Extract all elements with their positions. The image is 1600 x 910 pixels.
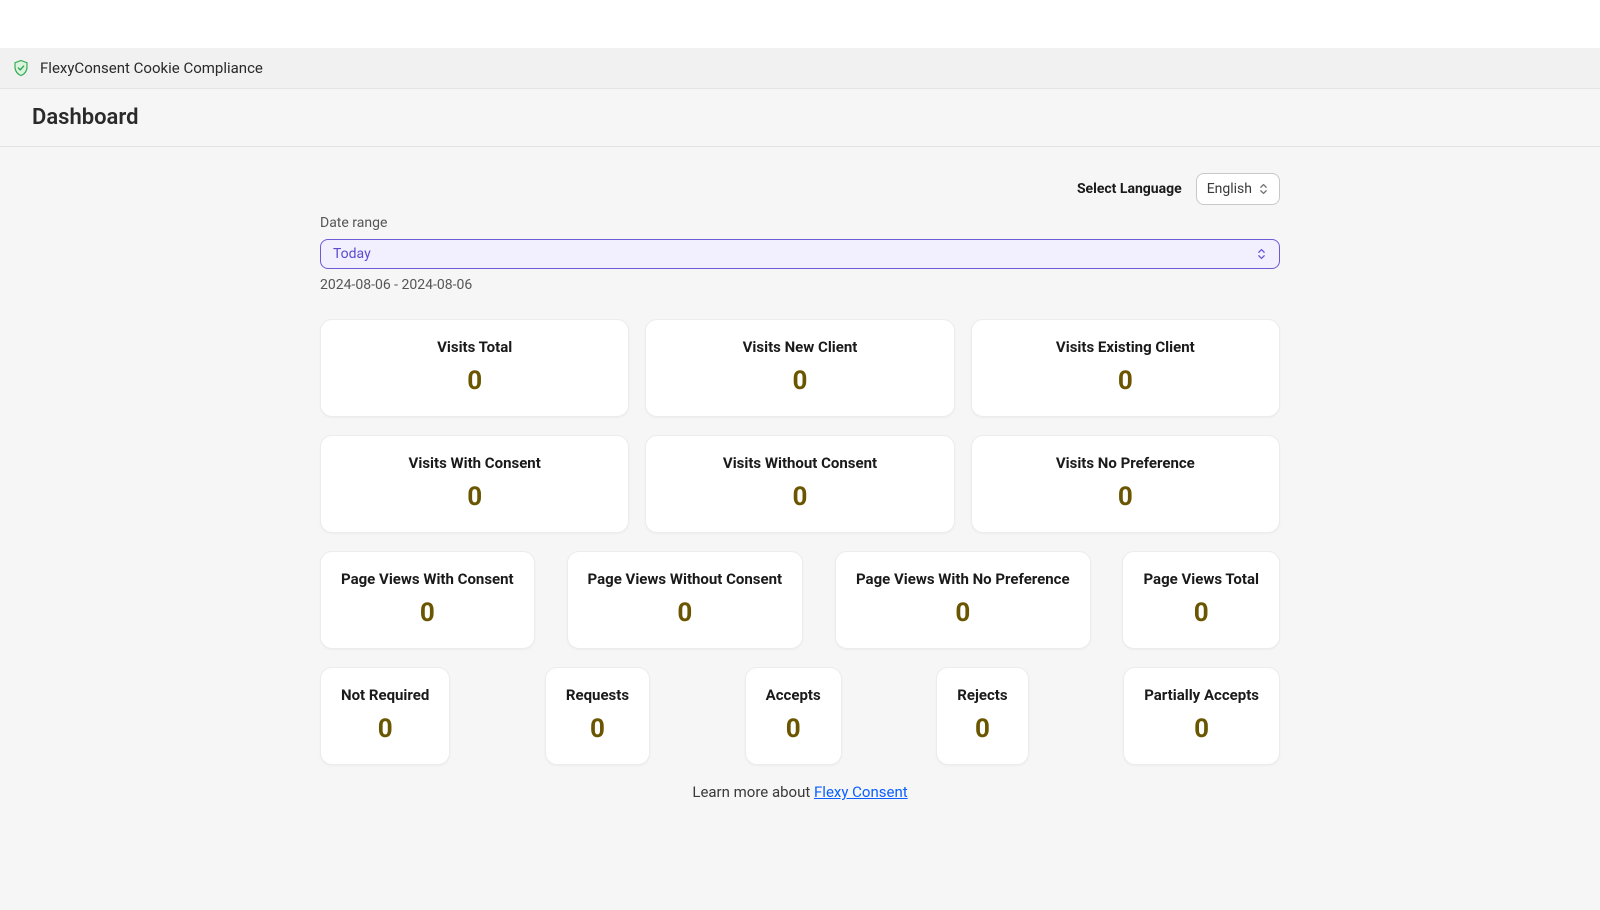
card-pageviews-with-consent: Page Views With Consent 0 [320,551,535,649]
card-title: Visits No Preference [992,454,1259,472]
card-value: 0 [992,482,1259,512]
card-value: 0 [666,482,933,512]
content-container: Select Language English Date range Today [320,167,1280,801]
shield-icon [12,59,30,77]
daterange-select[interactable]: Today [320,239,1280,269]
daterange-label: Date range [320,215,1280,231]
card-not-required: Not Required 0 [320,667,450,765]
card-accepts: Accepts 0 [745,667,842,765]
daterange-info: 2024-08-06 - 2024-08-06 [320,277,1280,293]
card-value: 0 [341,598,514,628]
card-visits-with-consent: Visits With Consent 0 [320,435,629,533]
footer-link[interactable]: Flexy Consent [814,783,908,801]
page-title: Dashboard [32,105,1568,130]
card-value: 0 [1143,598,1259,628]
card-title: Visits New Client [666,338,933,356]
card-pageviews-no-preference: Page Views With No Preference 0 [835,551,1091,649]
daterange-value: Today [333,246,371,262]
card-title: Page Views With No Preference [856,570,1070,588]
card-row-1: Visits Total 0 Visits New Client 0 Visit… [320,319,1280,417]
card-visits-new-client: Visits New Client 0 [645,319,954,417]
card-visits-without-consent: Visits Without Consent 0 [645,435,954,533]
card-title: Requests [566,686,629,704]
card-value: 0 [341,482,608,512]
caret-sort-icon [1258,181,1269,197]
card-title: Visits With Consent [341,454,608,472]
language-label: Select Language [1077,181,1182,197]
caret-sort-icon [1256,246,1267,262]
language-select[interactable]: English [1196,173,1280,205]
card-value: 0 [992,366,1259,396]
card-row-4: Not Required 0 Requests 0 Accepts 0 Reje… [320,667,1280,765]
card-value: 0 [341,714,429,744]
app-title: FlexyConsent Cookie Compliance [40,59,263,77]
card-title: Visits Existing Client [992,338,1259,356]
card-title: Not Required [341,686,429,704]
language-selected: English [1207,181,1252,197]
card-visits-total: Visits Total 0 [320,319,629,417]
card-value: 0 [766,714,821,744]
card-value: 0 [588,598,783,628]
card-value: 0 [341,366,608,396]
card-value: 0 [1144,714,1259,744]
card-title: Visits Total [341,338,608,356]
page-header: Dashboard [0,89,1600,147]
card-rejects: Rejects 0 [936,667,1028,765]
card-requests: Requests 0 [545,667,650,765]
app-header: FlexyConsent Cookie Compliance [0,48,1600,89]
footer-text: Learn more about Flexy Consent [320,783,1280,801]
card-title: Accepts [766,686,821,704]
footer-prefix: Learn more about [692,783,814,801]
card-title: Page Views Without Consent [588,570,783,588]
card-value: 0 [666,366,933,396]
card-title: Visits Without Consent [666,454,933,472]
card-visits-no-preference: Visits No Preference 0 [971,435,1280,533]
card-pageviews-total: Page Views Total 0 [1122,551,1280,649]
card-value: 0 [566,714,629,744]
card-value: 0 [856,598,1070,628]
card-visits-existing-client: Visits Existing Client 0 [971,319,1280,417]
card-title: Rejects [957,686,1007,704]
card-title: Partially Accepts [1144,686,1259,704]
main-area: Select Language English Date range Today [0,147,1600,910]
language-row: Select Language English [320,167,1280,205]
browser-top-spacer [0,0,1600,48]
card-title: Page Views Total [1143,570,1259,588]
card-title: Page Views With Consent [341,570,514,588]
card-partially-accepts: Partially Accepts 0 [1123,667,1280,765]
card-row-2: Visits With Consent 0 Visits Without Con… [320,435,1280,533]
card-value: 0 [957,714,1007,744]
card-row-3: Page Views With Consent 0 Page Views Wit… [320,551,1280,649]
card-pageviews-without-consent: Page Views Without Consent 0 [567,551,804,649]
